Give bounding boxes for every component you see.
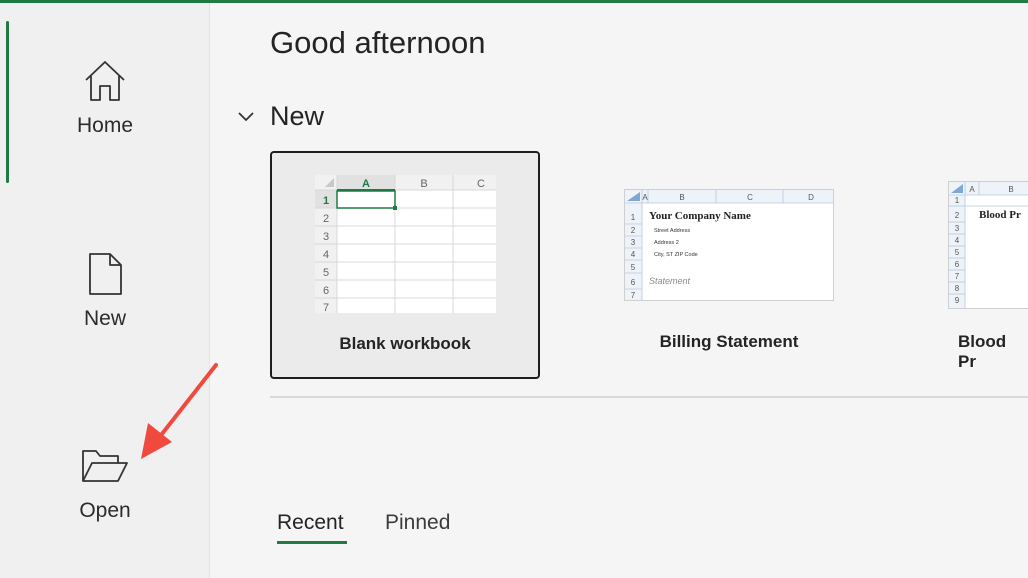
main-content: Good afternoon New A B C 1 2 3 4 5 6 7 B… [211, 3, 1028, 578]
template-thumbnail: A B C D 1 2 3 4 5 6 7 Your Company Name … [624, 189, 834, 301]
address-line: Address 2 [654, 240, 679, 246]
row-header: 2 [955, 211, 960, 220]
row-header: 6 [955, 260, 960, 269]
column-header: B [679, 193, 684, 202]
row-header: 4 [955, 236, 960, 245]
billing-statement-preview: A B C D 1 2 3 4 5 6 7 Your Company Name … [625, 190, 833, 300]
row-header: 5 [631, 263, 636, 272]
blood-pressure-preview: A B 1 2 3 4 5 6 7 8 9 Blood Pr [949, 182, 1028, 308]
address-line: City, ST ZIP Code [654, 252, 698, 258]
row-header: 1 [323, 195, 329, 207]
column-header: B [1008, 185, 1013, 194]
chevron-down-icon [238, 112, 254, 122]
column-header: C [477, 178, 485, 190]
active-tab-indicator [277, 541, 347, 544]
new-section-toggle[interactable]: New [236, 96, 324, 136]
company-name: Your Company Name [649, 210, 751, 222]
section-title: New [270, 100, 325, 131]
row-header: 8 [955, 284, 960, 293]
column-header: C [747, 193, 753, 202]
sidebar-item-home[interactable]: Home [0, 58, 210, 138]
template-thumbnail: A B C 1 2 3 4 5 6 7 [315, 175, 496, 313]
template-label: Blood Pr [958, 332, 1007, 371]
row-header: 7 [955, 272, 960, 281]
section-divider [270, 396, 1028, 398]
column-header: A [969, 185, 975, 194]
greeting-heading: Good afternoon [270, 25, 486, 60]
row-header: 7 [323, 302, 329, 313]
row-header: 5 [955, 248, 960, 257]
folder-open-icon [82, 450, 128, 482]
row-header: 4 [323, 249, 329, 261]
template-label: Blank workbook [339, 334, 471, 353]
sidebar-item-label: New [83, 307, 126, 330]
tab-recent[interactable]: Recent [277, 511, 344, 535]
row-header: 4 [631, 250, 636, 259]
row-header: 3 [631, 238, 636, 247]
sidebar: Home New Open [0, 3, 210, 578]
blank-grid-preview: A B C 1 2 3 4 5 6 7 [315, 175, 496, 313]
template-blank-workbook[interactable]: A B C 1 2 3 4 5 6 7 Blank workbook [270, 151, 540, 379]
sidebar-item-label: Open [79, 499, 131, 522]
home-icon [85, 61, 125, 101]
statement-heading: Statement [649, 276, 691, 286]
template-blood-pressure[interactable]: A B 1 2 3 4 5 6 7 8 9 Blood Pr Blood Pr [918, 151, 1028, 379]
template-thumbnail: A B 1 2 3 4 5 6 7 8 9 Blood Pr [948, 181, 1028, 309]
row-header: 2 [323, 213, 329, 225]
tab-pinned[interactable]: Pinned [385, 511, 450, 535]
row-header: 3 [955, 224, 960, 233]
row-header: 9 [955, 296, 960, 305]
template-billing-statement[interactable]: A B C D 1 2 3 4 5 6 7 Your Company Name … [594, 151, 864, 379]
row-header: 1 [955, 196, 960, 205]
sidebar-item-open[interactable]: Open [0, 443, 210, 523]
column-header: B [420, 178, 427, 190]
template-title: Blood Pr [979, 209, 1021, 221]
column-header: A [362, 178, 370, 190]
template-label: Billing Statement [659, 332, 799, 351]
row-header: 1 [631, 213, 636, 222]
column-header: D [808, 193, 814, 202]
sidebar-item-label: Home [76, 114, 134, 137]
row-header: 6 [631, 278, 636, 287]
row-header: 3 [323, 231, 329, 243]
row-header: 2 [631, 226, 636, 235]
row-header: 6 [323, 285, 329, 297]
row-header: 7 [631, 291, 636, 300]
sidebar-item-new[interactable]: New [0, 251, 210, 331]
address-line: Street Address [654, 228, 690, 234]
new-file-icon [89, 253, 122, 295]
row-header: 5 [323, 267, 329, 279]
column-header: A [642, 193, 648, 202]
